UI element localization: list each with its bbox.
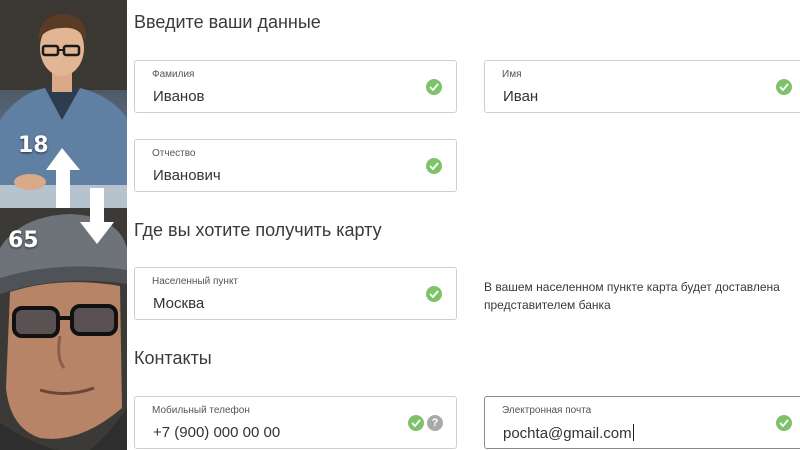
arrow-up-icon [46, 148, 80, 208]
email-value-wrap: pochta@gmail.com [503, 424, 634, 442]
email-value: pochta@gmail.com [503, 425, 632, 442]
check-icon [426, 158, 442, 174]
help-icon[interactable]: ? [427, 415, 443, 431]
check-icon [776, 415, 792, 431]
application-form: Введите ваши данные Фамилия Иванов Имя И… [127, 0, 800, 450]
patronymic-label: Отчество [152, 148, 196, 159]
email-label: Электронная почта [502, 405, 592, 416]
surname-label: Фамилия [152, 69, 195, 80]
surname-field[interactable]: Фамилия Иванов [134, 60, 457, 113]
section-title-contacts: Контакты [134, 348, 212, 368]
age-young-label: 18 [18, 133, 49, 158]
name-value: Иван [503, 88, 539, 105]
email-field[interactable]: Электронная почта pochta@gmail.com [484, 396, 800, 449]
section-title-location: Где вы хотите получить карту [134, 220, 382, 240]
check-icon [408, 415, 424, 431]
age-old-label: 65 [8, 228, 39, 253]
phone-field[interactable]: Мобильный телефон +7 (900) 000 00 00 ? [134, 396, 457, 449]
check-icon [426, 79, 442, 95]
surname-value: Иванов [153, 88, 205, 105]
name-field[interactable]: Имя Иван [484, 60, 800, 113]
photo-panel: 18 65 [0, 0, 127, 450]
delivery-info-text: В вашем населенном пункте карта будет до… [484, 280, 780, 312]
check-icon [426, 286, 442, 302]
patronymic-value: Иванович [153, 167, 221, 184]
name-label: Имя [502, 69, 522, 80]
age-arrows [46, 148, 114, 244]
arrow-down-icon [80, 188, 114, 244]
check-icon [776, 79, 792, 95]
city-label: Населенный пункт [152, 276, 239, 287]
patronymic-field[interactable]: Отчество Иванович [134, 139, 457, 192]
section-title-personal: Введите ваши данные [134, 12, 321, 32]
text-cursor [632, 424, 634, 441]
phone-value: +7 (900) 000 00 00 [153, 424, 281, 441]
city-field[interactable]: Населенный пункт Москва [134, 267, 457, 320]
city-value: Москва [153, 295, 205, 312]
phone-label: Мобильный телефон [152, 405, 250, 416]
